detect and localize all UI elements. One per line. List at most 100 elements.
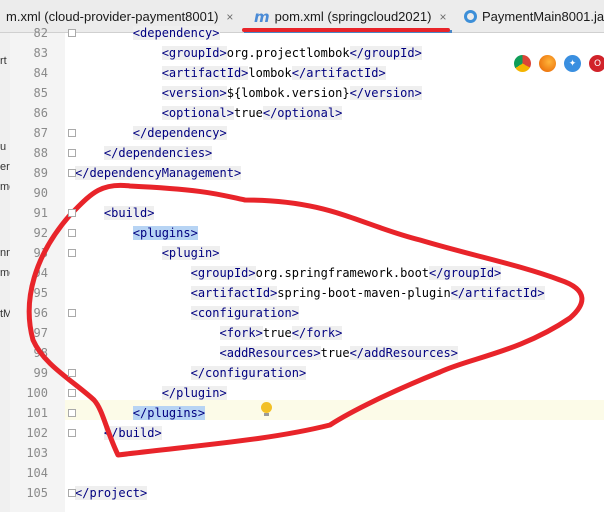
line-number[interactable]: 101	[20, 403, 48, 423]
line-number[interactable]: 93	[20, 243, 48, 263]
close-icon[interactable]: ×	[439, 10, 446, 24]
xml-tag: </build>	[103, 426, 162, 440]
fold-marker-icon[interactable]	[68, 129, 76, 137]
line-number[interactable]: 88	[20, 143, 48, 163]
xml-tag: <groupId>	[190, 266, 256, 280]
xml-tag: </addResources>	[349, 346, 458, 360]
firefox-icon[interactable]	[539, 55, 556, 72]
chrome-icon[interactable]	[514, 55, 531, 72]
xml-tag: </optional>	[262, 106, 343, 120]
line-number[interactable]: 82	[20, 23, 48, 43]
xml-tag: </version>	[349, 86, 422, 100]
line-number[interactable]: 98	[20, 343, 48, 363]
code-line[interactable]: <version>${lombok.version}</version>	[75, 83, 422, 103]
xml-tag: </plugin>	[161, 386, 227, 400]
code-line[interactable]: </dependencies>	[75, 143, 213, 163]
line-number[interactable]: 95	[20, 283, 48, 303]
panel-text-fragment: u	[0, 141, 7, 153]
line-number[interactable]: 97	[20, 323, 48, 343]
line-number[interactable]: 104	[20, 463, 48, 483]
line-number[interactable]: 84	[20, 63, 48, 83]
tab-springcloud2021-pom[interactable]: m pom.xml (springcloud2021) ×	[254, 0, 446, 33]
tab-paymentmain8001[interactable]: PaymentMain8001.jav	[464, 0, 604, 33]
java-class-icon	[464, 10, 477, 23]
code-line[interactable]: <groupId>org.projectlombok</groupId>	[75, 43, 422, 63]
code-line[interactable]: </plugin>	[75, 383, 227, 403]
code-line[interactable]: </plugins>	[75, 403, 206, 423]
line-number[interactable]: 83	[20, 43, 48, 63]
xml-tag: <dependency>	[132, 26, 220, 40]
xml-tag: <groupId>	[161, 46, 227, 60]
fold-marker-icon[interactable]	[68, 409, 76, 417]
fold-marker-icon[interactable]	[68, 369, 76, 377]
lightbulb-icon[interactable]	[261, 402, 272, 416]
code-line[interactable]: <artifactId>spring-boot-maven-plugin</ar…	[75, 283, 545, 303]
line-number[interactable]: 102	[20, 423, 48, 443]
fold-marker-icon[interactable]	[68, 149, 76, 157]
line-number[interactable]: 103	[20, 443, 48, 463]
code-line[interactable]: </dependency>	[75, 123, 227, 143]
fold-marker-icon[interactable]	[68, 489, 76, 497]
line-number[interactable]: 85	[20, 83, 48, 103]
line-number[interactable]: 90	[20, 183, 48, 203]
fold-marker-icon[interactable]	[68, 389, 76, 397]
xml-tag: <addResources>	[219, 346, 321, 360]
xml-tag: <build>	[103, 206, 155, 220]
line-number[interactable]: 100	[20, 383, 48, 403]
code-line[interactable]: <optional>true</optional>	[75, 103, 343, 123]
xml-tag: </artifactId>	[450, 286, 545, 300]
line-number[interactable]: 99	[20, 363, 48, 383]
close-icon[interactable]: ×	[226, 10, 233, 24]
xml-tag: </dependencies>	[103, 146, 213, 160]
code-line[interactable]: <plugin>	[75, 243, 220, 263]
safari-icon[interactable]: ✦	[564, 55, 581, 72]
line-number[interactable]: 92	[20, 223, 48, 243]
line-number[interactable]: 91	[20, 203, 48, 223]
code-line[interactable]: <artifactId>lombok</artifactId>	[75, 63, 386, 83]
line-number[interactable]: 94	[20, 263, 48, 283]
code-line[interactable]: </project>	[75, 483, 148, 503]
code-text: ${lombok.version}	[226, 86, 350, 100]
line-number[interactable]: 105	[20, 483, 48, 503]
code-line[interactable]: <build>	[75, 203, 155, 223]
xml-tag: </fork>	[291, 326, 343, 340]
line-number[interactable]: 96	[20, 303, 48, 323]
xml-tag: </groupId>	[429, 266, 502, 280]
fold-marker-icon[interactable]	[68, 249, 76, 257]
code-text: true	[262, 326, 292, 340]
fold-marker-icon[interactable]	[68, 169, 76, 177]
line-number[interactable]: 89	[20, 163, 48, 183]
opera-icon[interactable]: O	[589, 55, 604, 72]
tab-label: m.xml (cloud-provider-payment8001)	[6, 9, 219, 24]
line-number[interactable]: 87	[20, 123, 48, 143]
fold-marker-icon[interactable]	[68, 429, 76, 437]
line-number[interactable]: 86	[20, 103, 48, 123]
code-line[interactable]: <configuration>	[75, 303, 299, 323]
xml-tag: <optional>	[161, 106, 234, 120]
code-line[interactable]: </dependencyManagement>	[75, 163, 242, 183]
fold-marker-icon[interactable]	[68, 229, 76, 237]
code-line[interactable]: </configuration>	[75, 363, 307, 383]
code-line[interactable]: <fork>true</fork>	[75, 323, 343, 343]
xml-tag: </project>	[75, 486, 148, 500]
fold-marker-icon[interactable]	[68, 309, 76, 317]
fold-marker-icon[interactable]	[68, 29, 76, 37]
code-line[interactable]: <plugins>	[75, 223, 198, 243]
code-line[interactable]: <addResources>true</addResources>	[75, 343, 458, 363]
code-line[interactable]: <dependency>	[75, 23, 220, 43]
code-editor[interactable]: <dependency> <groupId>org.projectlombok<…	[65, 26, 604, 512]
code-line[interactable]: <groupId>org.springframework.boot</group…	[75, 263, 502, 283]
fold-marker-icon[interactable]	[68, 209, 76, 217]
code-line[interactable]: </build>	[75, 423, 162, 443]
